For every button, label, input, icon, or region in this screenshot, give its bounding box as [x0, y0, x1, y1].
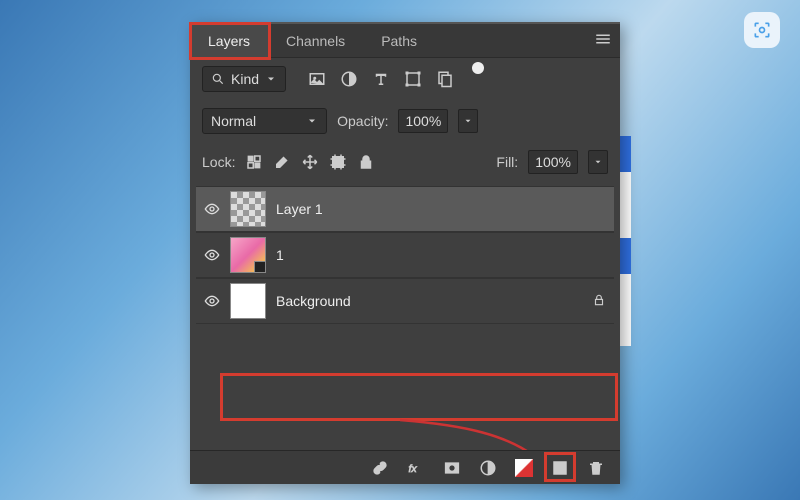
- lock-move-icon[interactable]: [301, 153, 319, 171]
- layers-list: Layer 1 1 Background: [190, 182, 620, 324]
- adjustment-layer-icon[interactable]: [478, 458, 498, 478]
- layer-thumbnail[interactable]: [230, 191, 266, 227]
- blend-mode-select[interactable]: Normal: [202, 108, 327, 134]
- filter-adjustment-icon[interactable]: [340, 70, 358, 88]
- opacity-value: 100%: [405, 113, 441, 129]
- panel-tab-bar: Layers Channels Paths: [190, 24, 620, 58]
- tab-layers[interactable]: Layers: [190, 24, 268, 57]
- opacity-field[interactable]: 100%: [398, 109, 448, 133]
- lock-artboard-icon[interactable]: [329, 153, 347, 171]
- panel-menu-button[interactable]: [594, 30, 612, 51]
- lock-all-icon[interactable]: [357, 153, 375, 171]
- lock-icon: [592, 293, 606, 310]
- fill-label: Fill:: [496, 154, 518, 170]
- lock-brush-icon[interactable]: [273, 153, 291, 171]
- layer-name[interactable]: 1: [276, 247, 606, 263]
- layers-bottom-toolbar: fx: [190, 450, 620, 484]
- blend-row: Normal Opacity: 100%: [190, 100, 620, 142]
- layer-row[interactable]: Background: [196, 278, 614, 324]
- layer-style-fx-icon[interactable]: fx: [406, 458, 426, 478]
- filter-toggle-switch[interactable]: [472, 62, 484, 74]
- lock-transparency-icon[interactable]: [245, 153, 263, 171]
- tab-paths[interactable]: Paths: [363, 24, 435, 57]
- filter-kind-label: Kind: [231, 71, 259, 87]
- layer-name[interactable]: Background: [276, 293, 582, 309]
- lock-row: Lock: Fill: 100%: [190, 142, 620, 182]
- filter-type-icons: [308, 70, 484, 88]
- filter-shape-icon[interactable]: [404, 70, 422, 88]
- svg-text:fx: fx: [409, 462, 418, 474]
- fill-stepper[interactable]: [588, 150, 608, 174]
- page-capture-button[interactable]: [744, 12, 780, 48]
- layer-row[interactable]: 1: [196, 232, 614, 278]
- layer-thumbnail[interactable]: [230, 283, 266, 319]
- layer-row[interactable]: Layer 1: [196, 186, 614, 232]
- opacity-label: Opacity:: [337, 113, 388, 129]
- tab-channels[interactable]: Channels: [268, 24, 363, 57]
- smart-object-badge-icon: [254, 261, 266, 273]
- delete-layer-trash-icon[interactable]: [586, 458, 606, 478]
- visibility-eye-icon[interactable]: [204, 247, 220, 263]
- fill-field[interactable]: 100%: [528, 150, 578, 174]
- link-layers-icon[interactable]: [370, 458, 390, 478]
- filter-smartobject-icon[interactable]: [436, 70, 454, 88]
- visibility-eye-icon[interactable]: [204, 201, 220, 217]
- highlight-background-layer: [220, 373, 618, 421]
- layers-panel: Layers Channels Paths Kind Normal Opacit…: [190, 22, 620, 484]
- fill-value: 100%: [535, 154, 571, 170]
- filter-kind-select[interactable]: Kind: [202, 66, 286, 92]
- new-layer-icon[interactable]: [550, 458, 570, 478]
- layer-mask-icon[interactable]: [442, 458, 462, 478]
- lock-label: Lock:: [202, 154, 235, 170]
- group-folder-icon[interactable]: [514, 458, 534, 478]
- blend-mode-value: Normal: [211, 113, 256, 129]
- layer-thumbnail[interactable]: [230, 237, 266, 273]
- layer-filter-row: Kind: [190, 58, 620, 100]
- layer-name[interactable]: Layer 1: [276, 201, 606, 217]
- filter-pixel-icon[interactable]: [308, 70, 326, 88]
- opacity-stepper[interactable]: [458, 109, 478, 133]
- visibility-eye-icon[interactable]: [204, 293, 220, 309]
- filter-type-icon[interactable]: [372, 70, 390, 88]
